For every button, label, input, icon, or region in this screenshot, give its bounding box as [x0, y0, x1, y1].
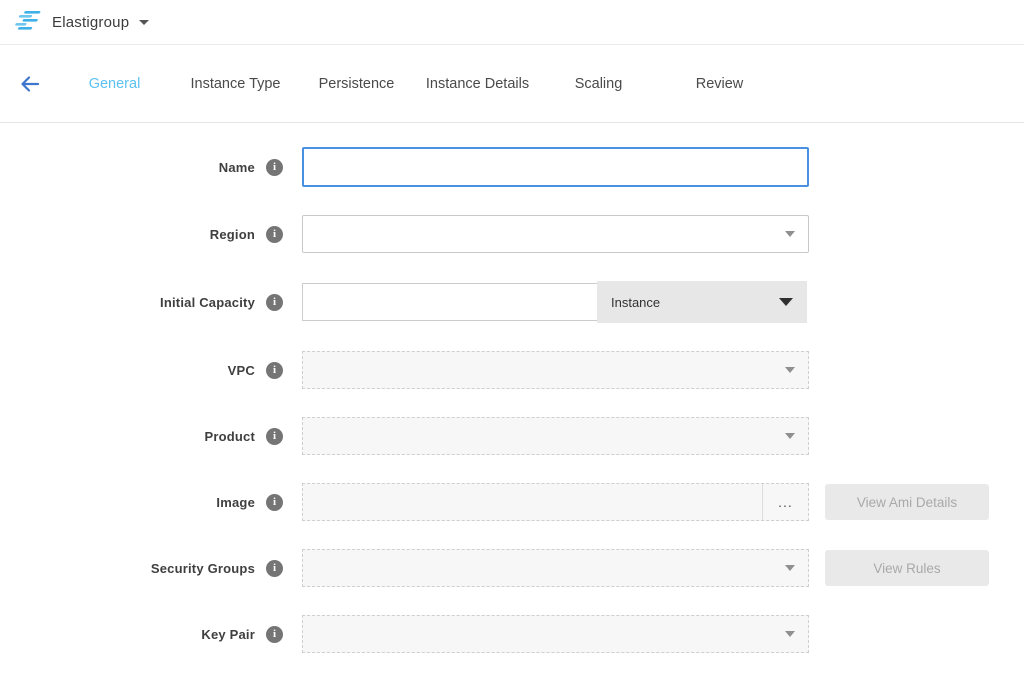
view-ami-details-button[interactable]: View Ami Details [825, 484, 989, 520]
initial-capacity-input[interactable] [302, 283, 597, 321]
vpc-field-row: VPC i [0, 351, 1024, 389]
capacity-unit-selected-value: Instance [597, 295, 660, 310]
name-label: Name [219, 160, 255, 175]
top-app-bar: Elastigroup [0, 0, 1024, 45]
capacity-unit-select[interactable]: Instance [597, 281, 807, 323]
chevron-down-icon [785, 433, 795, 439]
key-pair-label: Key Pair [201, 627, 255, 642]
region-select[interactable] [302, 215, 809, 253]
image-field-row: Image i ... View Ami Details [0, 483, 1024, 521]
app-switcher-label[interactable]: Elastigroup [52, 14, 129, 31]
image-label: Image [216, 495, 255, 510]
image-browse-button[interactable]: ... [762, 484, 808, 520]
image-picker: ... [302, 483, 809, 521]
info-icon[interactable]: i [266, 159, 283, 176]
wizard-tabs: General Instance Type Persistence Instan… [54, 76, 780, 92]
back-arrow-icon [18, 72, 42, 96]
vpc-label: VPC [228, 363, 255, 378]
tab-instance-type[interactable]: Instance Type [175, 76, 296, 92]
security-groups-field-row: Security Groups i View Rules [0, 549, 1024, 587]
security-groups-select [302, 549, 809, 587]
info-icon[interactable]: i [266, 428, 283, 445]
vpc-select [302, 351, 809, 389]
info-icon[interactable]: i [266, 362, 283, 379]
initial-capacity-label: Initial Capacity [160, 295, 255, 310]
general-settings-form: Name i Region i Initial Capacity i Inst [0, 123, 1024, 653]
product-label: Product [204, 429, 255, 444]
region-field-row: Region i [0, 215, 1024, 253]
region-label: Region [210, 227, 255, 242]
back-button[interactable] [18, 45, 42, 122]
product-select [302, 417, 809, 455]
info-icon[interactable]: i [266, 494, 283, 511]
tab-persistence[interactable]: Persistence [296, 76, 417, 92]
info-icon[interactable]: i [266, 226, 283, 243]
initial-capacity-field-row: Initial Capacity i Instance [0, 281, 1024, 323]
name-field-row: Name i [0, 147, 1024, 187]
tab-general[interactable]: General [54, 76, 175, 92]
image-selected-value [303, 484, 762, 520]
key-pair-select [302, 615, 809, 653]
chevron-down-icon[interactable] [139, 20, 149, 25]
wizard-tab-bar: General Instance Type Persistence Instan… [0, 45, 1024, 123]
elastigroup-logo-icon [14, 10, 42, 34]
info-icon[interactable]: i [266, 626, 283, 643]
name-input[interactable] [302, 147, 809, 187]
security-groups-label: Security Groups [151, 561, 255, 576]
chevron-down-icon [785, 231, 795, 237]
tab-instance-details[interactable]: Instance Details [417, 76, 538, 92]
chevron-down-icon [785, 631, 795, 637]
chevron-down-icon [779, 298, 793, 306]
tab-scaling[interactable]: Scaling [538, 76, 659, 92]
chevron-down-icon [785, 565, 795, 571]
view-rules-button[interactable]: View Rules [825, 550, 989, 586]
info-icon[interactable]: i [266, 294, 283, 311]
product-field-row: Product i [0, 417, 1024, 455]
key-pair-field-row: Key Pair i [0, 615, 1024, 653]
info-icon[interactable]: i [266, 560, 283, 577]
tab-review[interactable]: Review [659, 76, 780, 92]
chevron-down-icon [785, 367, 795, 373]
